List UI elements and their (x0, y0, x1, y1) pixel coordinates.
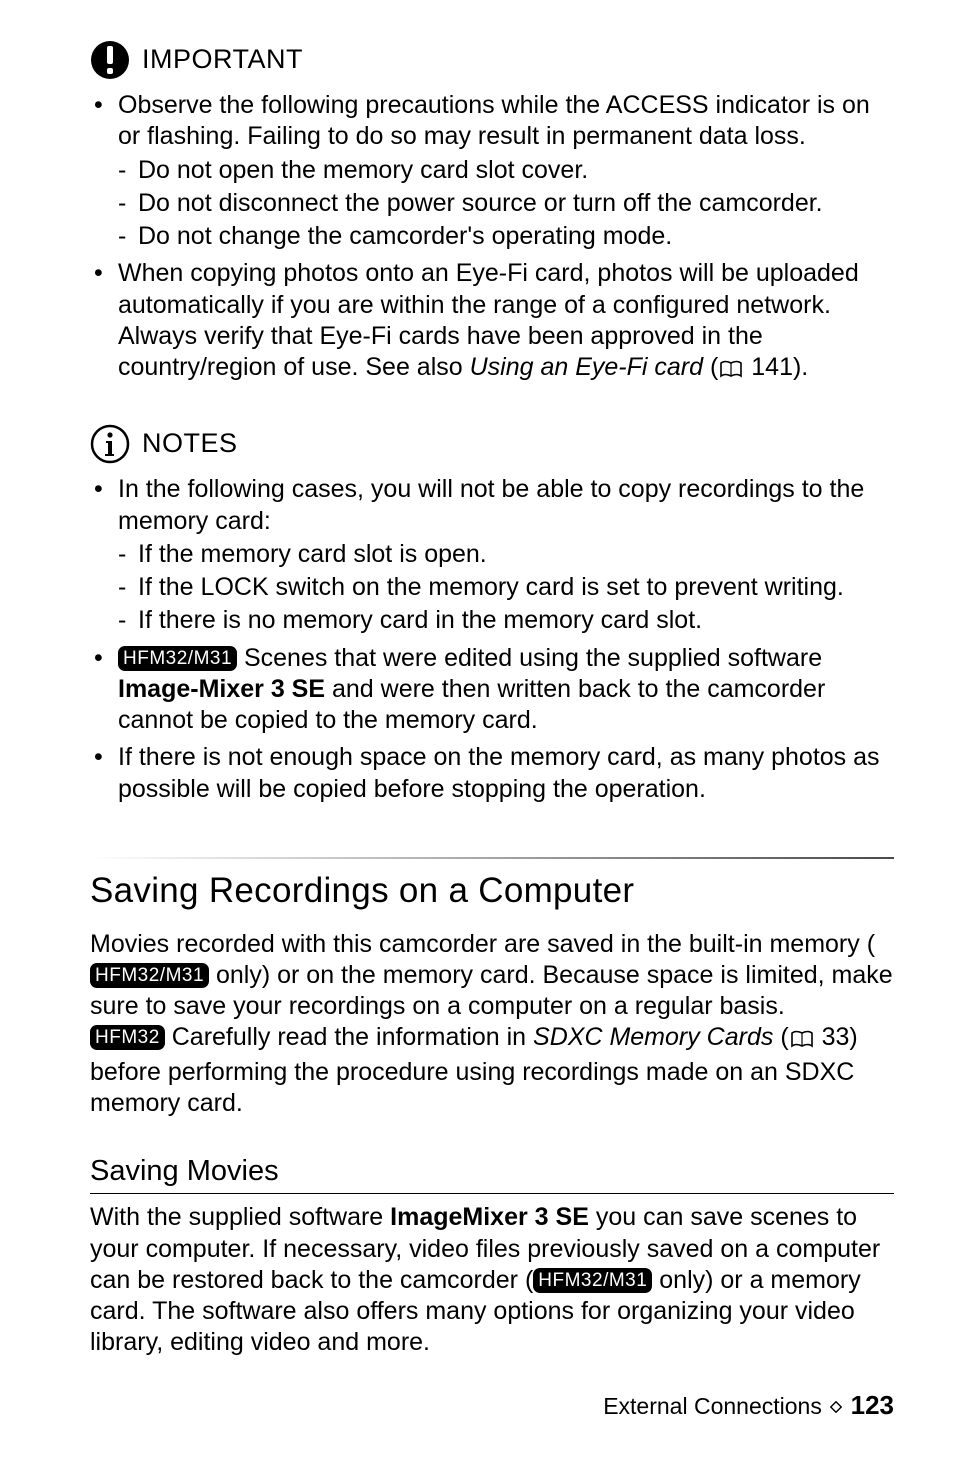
important-bullet-2-ref: 141). (744, 353, 808, 381)
notes-bullet-3: If there is not enough space on the memo… (90, 742, 894, 805)
sub-body-pre: With the supplied software (90, 1203, 390, 1231)
info-icon (90, 424, 130, 464)
important-bullet-1-d2: Do not disconnect the power source or tu… (118, 188, 894, 219)
important-bullet-1: Observe the following precautions while … (90, 90, 894, 252)
model-badge-hfm32-m31: HFM32/M31 (118, 646, 237, 671)
notes-bullet-1-d2: If the LOCK switch on the memory card is… (118, 572, 894, 603)
important-bullet-2-open: ( (703, 353, 718, 381)
important-bullet-2: When copying photos onto an Eye-Fi card,… (90, 258, 894, 386)
important-bullet-1-text: Observe the following precautions while … (118, 91, 870, 150)
notes-bullet-1-subitems: If the memory card slot is open. If the … (118, 539, 894, 637)
notes-label: NOTES (142, 427, 238, 461)
book-icon (791, 1025, 813, 1056)
important-bullet-1-subitems: Do not open the memory card slot cover. … (118, 155, 894, 253)
notes-bullet-2-bold: Image-Mixer 3 SE (118, 675, 325, 703)
notes-bullet-2-pre: Scenes that were edited using the suppli… (237, 644, 822, 672)
sub-body: With the supplied software ImageMixer 3 … (90, 1202, 894, 1358)
section-body: Movies recorded with this camcorder are … (90, 929, 894, 1120)
notes-bullet-2: HFM32/M31 Scenes that were edited using … (90, 643, 894, 737)
notes-heading: NOTES (90, 424, 894, 464)
section-saving-recordings: Saving Recordings on a Computer Movies r… (90, 857, 894, 1119)
important-icon (90, 40, 130, 80)
important-bullet-1-d1: Do not open the memory card slot cover. (118, 155, 894, 186)
important-bullets: Observe the following precautions while … (90, 90, 894, 386)
sub-rule (90, 1193, 894, 1194)
section-body-s1-post: only) or on the memory card. Because spa… (90, 961, 893, 1020)
notes-bullet-1-d1: If the memory card slot is open. (118, 539, 894, 570)
page-number: 123 (851, 1390, 894, 1420)
important-bullet-1-d3: Do not change the camcorder's operating … (118, 221, 894, 252)
book-icon (720, 355, 742, 386)
page-footer: External Connections 123 (90, 1389, 894, 1422)
notes-bullets: In the following cases, you will not be … (90, 474, 894, 805)
notes-bullet-1-text: In the following cases, you will not be … (118, 475, 864, 534)
footer-section: External Connections (603, 1393, 822, 1419)
section-body-s1-pre: Movies recorded with this camcorder are … (90, 930, 875, 958)
notes-bullet-1-d3: If there is no memory card in the memory… (118, 605, 894, 636)
subsection-saving-movies: Saving Movies With the supplied software… (90, 1153, 894, 1359)
page: IMPORTANT Observe the following precauti… (0, 0, 954, 1461)
section-body-s2-open: ( (773, 1023, 788, 1051)
section-title: Saving Recordings on a Computer (90, 869, 894, 913)
sub-body-bold: ImageMixer 3 SE (390, 1203, 589, 1231)
model-badge-hfm32-m31: HFM32/M31 (533, 1268, 652, 1293)
section-rule (90, 857, 894, 859)
important-heading: IMPORTANT (90, 40, 894, 80)
diamond-icon (830, 1391, 842, 1420)
section-body-s2-em: SDXC Memory Cards (533, 1023, 773, 1051)
notes-bullet-1: In the following cases, you will not be … (90, 474, 894, 636)
model-badge-hfm32: HFM32 (90, 1025, 165, 1050)
important-bullet-2-em: Using an Eye-Fi card (470, 353, 703, 381)
section-body-s2-pre: Carefully read the information in (165, 1023, 533, 1051)
sub-title: Saving Movies (90, 1153, 894, 1189)
model-badge-hfm32-m31: HFM32/M31 (90, 963, 209, 988)
important-label: IMPORTANT (142, 43, 303, 77)
notes-bullet-3-text: If there is not enough space on the memo… (118, 743, 880, 802)
